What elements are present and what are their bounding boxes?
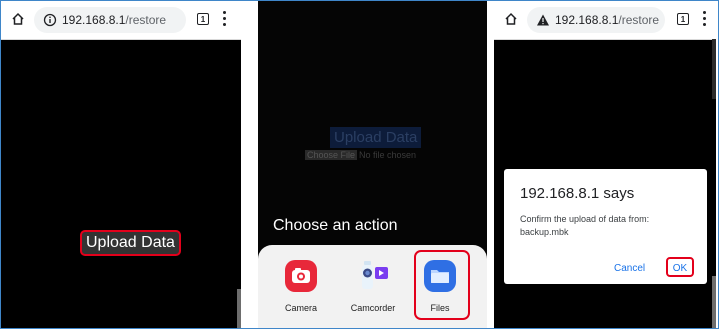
app-option-camcorder[interactable]: Camcorder bbox=[343, 259, 403, 313]
confirm-dialog: 192.168.8.1 says Confirm the upload of d… bbox=[504, 169, 707, 284]
app-label-camera: Camera bbox=[284, 303, 317, 313]
chooser-prompt: Choose an action bbox=[273, 217, 398, 234]
choose-file-button: Choose File bbox=[305, 150, 358, 160]
scrollbar[interactable] bbox=[712, 276, 716, 328]
overflow-menu-icon[interactable] bbox=[223, 11, 227, 27]
browser-panel-confirm: 192.168.8.1/restore 1 192.168.8.1 says C… bbox=[494, 1, 716, 328]
upload-data-button[interactable]: Upload Data bbox=[80, 230, 181, 256]
url-host: 192.168.8.1 bbox=[62, 13, 126, 27]
scrollbar[interactable] bbox=[712, 39, 716, 99]
panel-divider bbox=[487, 1, 494, 328]
warning-icon[interactable] bbox=[536, 13, 550, 27]
browser-panel-upload: 192.168.8.1/restore 1 Upload Data bbox=[1, 1, 241, 328]
camera-icon bbox=[285, 260, 317, 292]
app-label-camcorder: Camcorder bbox=[350, 303, 396, 313]
action-chooser-panel: Upload Data Choose File No file chosen Ch… bbox=[258, 1, 487, 328]
dimmed-file-input: Choose File No file chosen bbox=[305, 150, 416, 160]
home-icon[interactable] bbox=[11, 12, 25, 26]
files-highlight bbox=[414, 250, 470, 320]
overflow-menu-icon[interactable] bbox=[703, 11, 707, 27]
dialog-title: 192.168.8.1 says bbox=[520, 185, 635, 202]
tab-switcher-button[interactable]: 1 bbox=[677, 13, 689, 25]
dimmed-upload-title: Upload Data bbox=[330, 127, 422, 148]
url-host: 192.168.8.1 bbox=[555, 13, 619, 27]
url-field[interactable]: 192.168.8.1/restore bbox=[527, 7, 665, 33]
tab-switcher-button[interactable]: 1 bbox=[197, 13, 209, 25]
action-sheet: Camera Camcorder Files bbox=[258, 245, 487, 328]
dialog-message: Confirm the upload of data from: backup.… bbox=[520, 214, 650, 237]
url-path: /restore bbox=[125, 13, 167, 27]
address-bar: 192.168.8.1/restore 1 bbox=[494, 1, 716, 40]
app-option-camera[interactable]: Camera bbox=[271, 259, 331, 313]
url-field[interactable]: 192.168.8.1/restore bbox=[34, 7, 186, 33]
info-icon[interactable] bbox=[43, 13, 57, 27]
address-bar: 192.168.8.1/restore 1 bbox=[1, 1, 241, 40]
ok-button[interactable]: OK bbox=[666, 257, 694, 277]
scrollbar[interactable] bbox=[237, 289, 241, 328]
panel-divider bbox=[241, 1, 258, 328]
file-status: No file chosen bbox=[359, 150, 417, 160]
camcorder-icon bbox=[362, 261, 388, 289]
url-path: /restore bbox=[618, 13, 660, 27]
cancel-button[interactable]: Cancel bbox=[614, 263, 645, 274]
home-icon[interactable] bbox=[504, 12, 518, 26]
